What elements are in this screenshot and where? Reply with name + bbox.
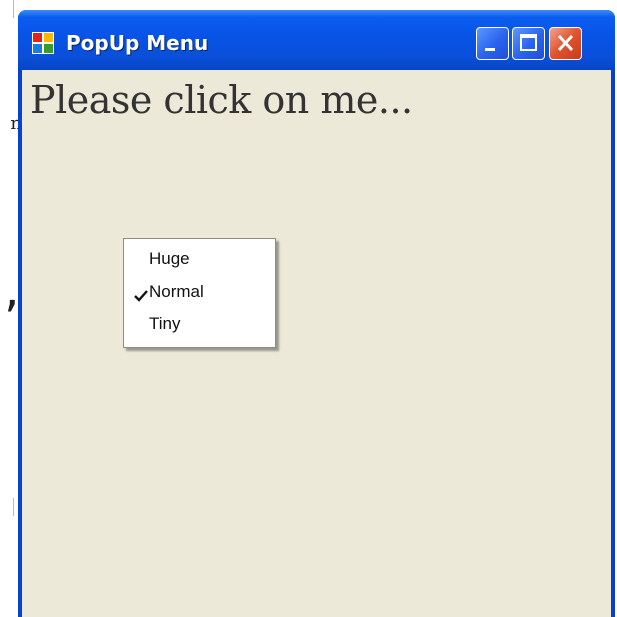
- maximize-button[interactable]: [512, 27, 545, 60]
- background-divider: [13, 0, 14, 18]
- menu-item-label: Tiny: [149, 314, 181, 333]
- menu-item-normal[interactable]: Normal: [124, 278, 275, 308]
- menu-item-huge[interactable]: Huge: [124, 245, 275, 275]
- close-button[interactable]: [549, 27, 582, 60]
- background-divider: [13, 498, 14, 516]
- checkmark-icon: [134, 290, 148, 302]
- minimize-button[interactable]: [476, 27, 509, 60]
- click-label[interactable]: Please click on me...: [30, 78, 413, 122]
- app-icon[interactable]: [32, 32, 54, 54]
- close-icon: [557, 34, 574, 52]
- minimize-icon: [485, 48, 495, 51]
- window-title: PopUp Menu: [66, 31, 209, 55]
- popup-menu-window: PopUp Menu Please click on me... Huge No…: [18, 10, 615, 617]
- menu-item-label: Normal: [149, 282, 204, 301]
- maximize-icon: [520, 34, 537, 51]
- menu-item-tiny[interactable]: Tiny: [124, 310, 275, 340]
- window-client-area[interactable]: Please click on me... Huge Normal Tiny: [22, 70, 611, 617]
- menu-item-label: Huge: [149, 249, 190, 268]
- context-menu: Huge Normal Tiny: [123, 238, 276, 348]
- title-bar[interactable]: PopUp Menu: [18, 10, 615, 70]
